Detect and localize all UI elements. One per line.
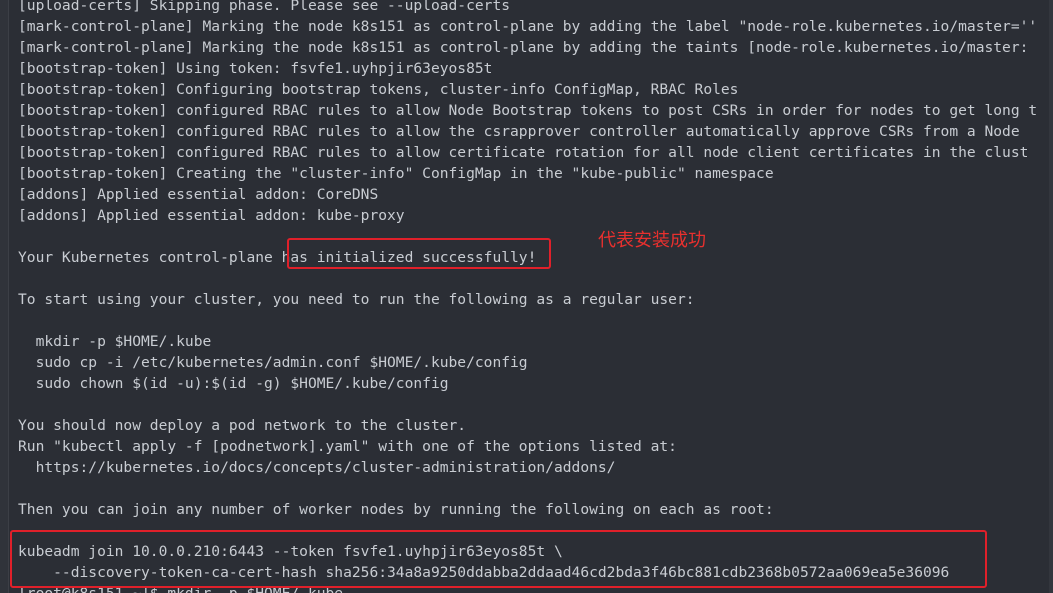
line-addons-url: https://kubernetes.io/docs/concepts/clus… (18, 459, 616, 476)
line-deploy-network: You should now deploy a pod network to t… (18, 417, 467, 434)
terminal-output: [upload-certs] Skipping phase. Please se… (18, 0, 1037, 593)
line-cluster-info: [bootstrap-token] Creating the "cluster-… (18, 165, 774, 182)
success-annotation: 代表安装成功 (598, 230, 706, 251)
line-kubectl-apply: Run "kubectl apply -f [podnetwork].yaml"… (18, 438, 677, 455)
scrollbar[interactable] (1049, 0, 1053, 593)
join-command-highlight-box (10, 530, 987, 588)
line-rbac-approver: [bootstrap-token] configured RBAC rules … (18, 123, 1020, 140)
line-rbac-csr: [bootstrap-token] configured RBAC rules … (18, 102, 1038, 119)
success-highlight-box (287, 238, 551, 269)
line-addon-kube-proxy: [addons] Applied essential addon: kube-p… (18, 207, 405, 224)
left-gutter (0, 0, 9, 593)
line-cmd-mkdir: mkdir -p $HOME/.kube (18, 333, 212, 350)
line-mark-label: [mark-control-plane] Marking the node k8… (18, 18, 1038, 35)
line-rbac-rotation: [bootstrap-token] configured RBAC rules … (18, 144, 1029, 161)
line-cmd-chown: sudo chown $(id -u):$(id -g) $HOME/.kube… (18, 375, 449, 392)
line-join-intro: Then you can join any number of worker n… (18, 501, 774, 518)
line-configuring-tokens: [bootstrap-token] Configuring bootstrap … (18, 81, 739, 98)
line-addon-coredns: [addons] Applied essential addon: CoreDN… (18, 186, 379, 203)
line-cmd-cp: sudo cp -i /etc/kubernetes/admin.conf $H… (18, 354, 528, 371)
line-start-using: To start using your cluster, you need to… (18, 291, 695, 308)
line-mark-taints: [mark-control-plane] Marking the node k8… (18, 39, 1029, 56)
terminal-window[interactable]: [upload-certs] Skipping phase. Please se… (0, 0, 1053, 593)
line-token: [bootstrap-token] Using token: fsvfe1.uy… (18, 60, 493, 77)
line-upload-certs: [upload-certs] Skipping phase. Please se… (18, 0, 511, 14)
